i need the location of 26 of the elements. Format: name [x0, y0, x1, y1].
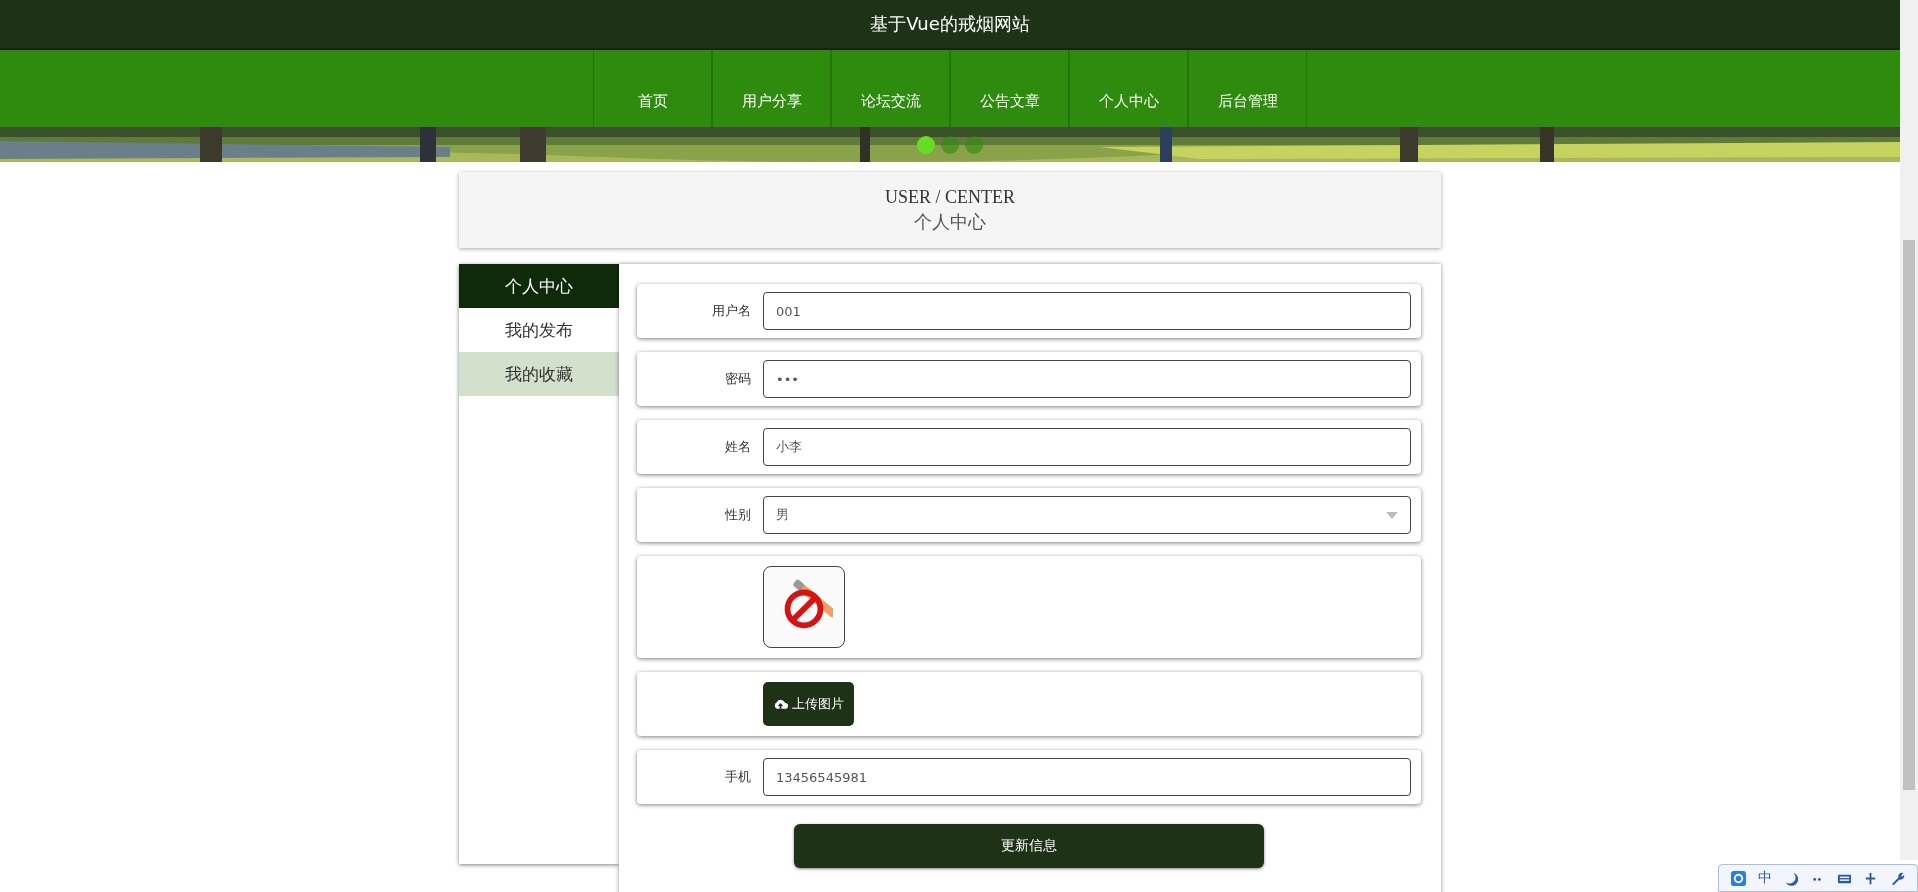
field-label: 手机 — [724, 768, 752, 786]
sidebar-item[interactable]: 个人中心 — [459, 264, 619, 308]
carousel-dot[interactable] — [941, 136, 959, 154]
upload-button[interactable]: 上传图片 — [763, 682, 854, 726]
field-label: 姓名 — [724, 438, 752, 456]
cloud-upload-icon — [773, 698, 788, 710]
heading-chinese: 个人中心 — [914, 210, 986, 234]
field-label: 密码 — [724, 370, 752, 388]
field-label: 用户名 — [711, 302, 752, 320]
update-button[interactable]: 更新信息 — [794, 824, 1264, 868]
carousel-dot[interactable] — [965, 136, 983, 154]
field-label: 性别 — [724, 506, 752, 524]
select-field[interactable]: 男 — [763, 496, 1411, 534]
ime-mode[interactable]: 中 — [1757, 869, 1772, 887]
input-field[interactable]: 13456545981 — [763, 758, 1411, 796]
input-field[interactable]: ••• — [763, 360, 1411, 398]
caret-icon — [1386, 511, 1398, 519]
scrollbar[interactable] — [1900, 0, 1918, 860]
sidebar-item[interactable]: 我的发布 — [459, 308, 619, 352]
sidebar-item[interactable]: 我的收藏 — [459, 352, 619, 396]
q-logo-icon[interactable] — [1730, 870, 1746, 886]
site-title: 基于Vue的戒烟网站 — [870, 12, 1030, 36]
wrench-icon[interactable] — [1890, 870, 1906, 886]
input-field[interactable]: 小李 — [763, 428, 1411, 466]
input-field[interactable]: 001 — [763, 292, 1411, 330]
heading-english: USER / CENTER — [885, 186, 1015, 208]
